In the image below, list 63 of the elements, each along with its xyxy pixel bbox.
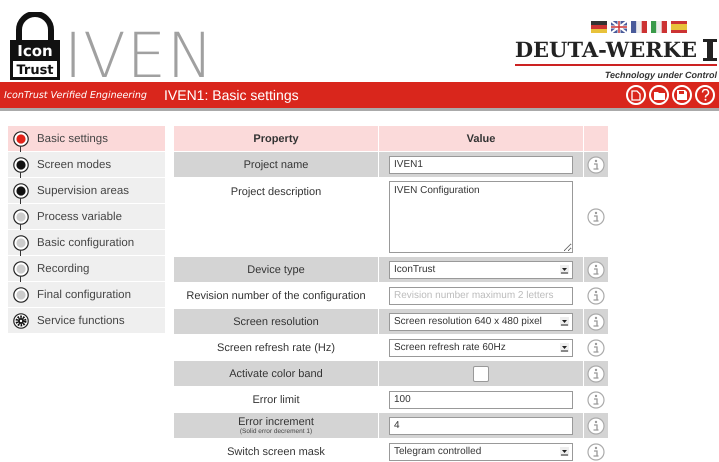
property-label: Revision number of the configuration: [186, 290, 366, 302]
property-label: Project description: [230, 186, 322, 198]
info-icon[interactable]: [587, 416, 605, 434]
property-label: Screen resolution: [233, 316, 319, 328]
french-flag-icon[interactable]: [631, 21, 647, 33]
sidebar-item[interactable]: Recording: [8, 256, 165, 281]
checkbox[interactable]: [473, 366, 489, 382]
dropdown[interactable]: Screen refresh rate 60Hz: [389, 338, 573, 356]
dropdown-arrow-icon: [560, 265, 569, 274]
brand-logo-icon: [703, 38, 717, 60]
document-icon: [631, 90, 641, 100]
info-icon[interactable]: [587, 442, 605, 460]
sidebar-item[interactable]: Supervision areas: [8, 178, 165, 203]
column-header: Value: [379, 126, 583, 151]
british-flag-icon[interactable]: [611, 21, 627, 33]
sidebar-item[interactable]: Screen modes: [8, 152, 165, 177]
spanish-flag-icon[interactable]: [671, 21, 687, 33]
property-label: Device type: [247, 264, 305, 276]
text-field[interactable]: 4: [389, 416, 573, 434]
info-icon[interactable]: [587, 390, 605, 408]
brand-name: DEUTA-WERKE: [514, 37, 697, 62]
help-button[interactable]: [695, 85, 715, 105]
dropdown[interactable]: Telegram controlled: [389, 442, 573, 460]
new-document-button[interactable]: [626, 85, 646, 105]
german-flag-icon[interactable]: [591, 21, 607, 33]
info-icon[interactable]: [587, 260, 605, 278]
folder-button[interactable]: [649, 85, 669, 105]
sidebar-item[interactable]: Basic configuration: [8, 230, 165, 255]
property-label: Error limit: [252, 394, 300, 406]
page-title: IVEN1: Basic settings: [164, 87, 300, 103]
info-icon[interactable]: [587, 364, 605, 382]
logo-tagline: IconTrust Verified Engineering: [4, 90, 148, 100]
question-mark-icon: [700, 89, 710, 101]
info-icon[interactable]: [587, 208, 605, 226]
sidebar-item[interactable]: Process variable: [8, 204, 165, 229]
text-field[interactable]: IVEN1: [389, 156, 573, 174]
italian-flag-icon[interactable]: [651, 21, 667, 33]
info-icon[interactable]: [587, 286, 605, 304]
property-label: Error increment: [238, 416, 314, 428]
save-button[interactable]: [672, 85, 692, 105]
dropdown-arrow-icon: [560, 317, 569, 326]
dropdown[interactable]: Screen resolution 640 x 480 pixel: [389, 312, 573, 330]
info-icon[interactable]: [587, 312, 605, 330]
property-label: Switch screen mask: [227, 446, 325, 458]
sidebar-item[interactable]: Final configuration: [8, 282, 165, 307]
info-icon[interactable]: [587, 338, 605, 356]
dropdown-arrow-icon: [560, 343, 569, 352]
logo-wordmark: IVEN: [64, 28, 214, 84]
info-icon[interactable]: [587, 156, 605, 174]
property-label: Project name: [244, 158, 308, 170]
property-label: Activate color band: [229, 368, 323, 380]
brand-slogan: Technology under Control: [604, 70, 717, 80]
dropdown[interactable]: IconTrust: [389, 260, 573, 278]
text-field[interactable]: Revision number maximum 2 letters: [389, 286, 573, 304]
sidebar-item[interactable]: Service functions: [8, 308, 165, 333]
padlock-logo: Icon Trust: [8, 12, 62, 82]
description-field[interactable]: IVEN Configuration: [389, 181, 573, 253]
sidebar-item[interactable]: Basic settings: [8, 126, 165, 151]
dropdown-arrow-icon: [560, 447, 569, 456]
property-label: Screen refresh rate (Hz): [217, 342, 335, 354]
folder-icon: [654, 90, 664, 100]
text-field[interactable]: 100: [389, 390, 573, 408]
column-header: Property: [174, 126, 378, 151]
